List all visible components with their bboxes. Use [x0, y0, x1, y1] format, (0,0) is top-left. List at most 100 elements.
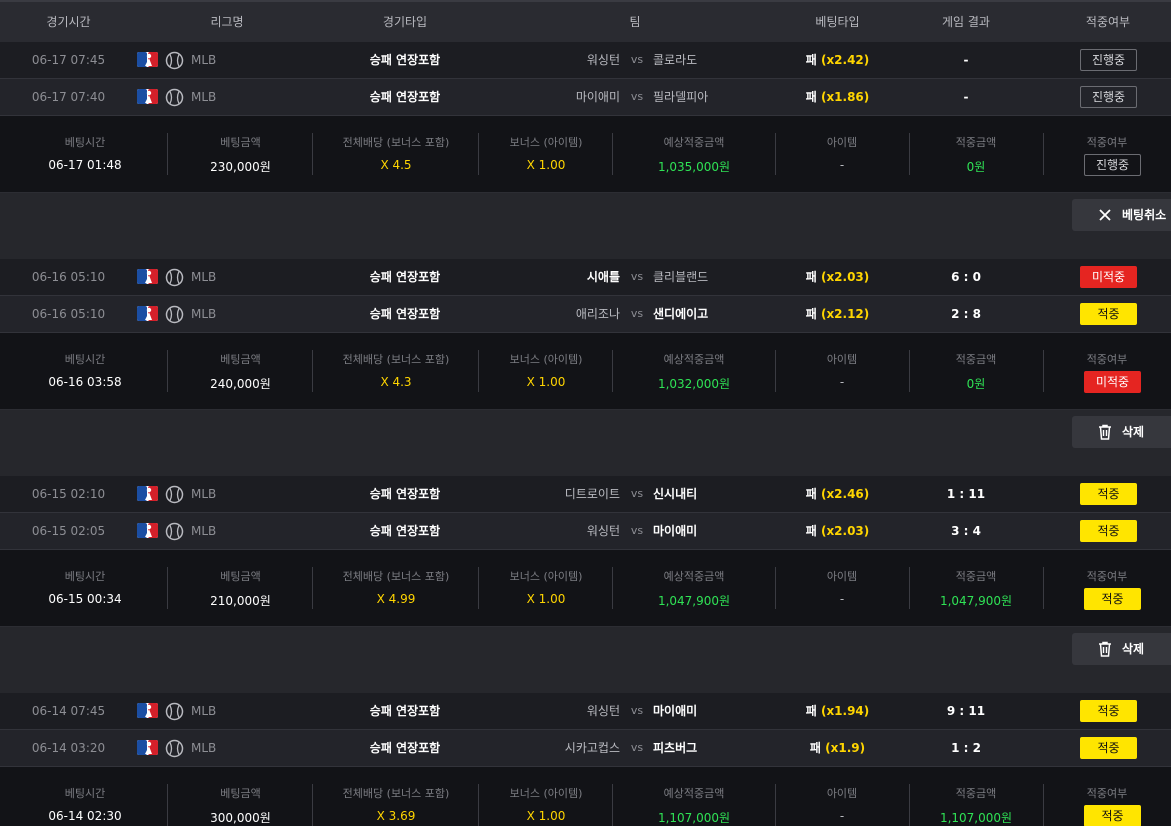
summary-label: 전체배당 (보너스 포함) [342, 136, 450, 149]
match-time: 06-16 05:10 [31, 307, 106, 321]
baseball-icon [165, 702, 184, 721]
home-team: 애리조나 [575, 307, 620, 321]
bet-odds: (x1.86) [820, 90, 870, 104]
match-row: 06-15 02:10 MLB 승패 연장포함 디트로이트 vs 신시내티 패 (x2.46… [0, 476, 1171, 513]
baseball-icon [165, 268, 184, 287]
summary-value: 1,047,900원 [939, 594, 1013, 608]
summary-label: 전체배당 (보너스 포함) [342, 787, 450, 800]
vs-label: vs [630, 704, 644, 717]
league-name: MLB [191, 704, 217, 718]
baseball-icon [165, 739, 184, 758]
summary-value: 1,035,000원 [657, 160, 731, 174]
summary-value: X 1.00 [526, 809, 566, 823]
header-team: 팀 [629, 15, 641, 29]
summary-total-odds: 전체배당 (보너스 포함) X 4.3 [313, 333, 479, 409]
home-team: 워싱턴 [586, 53, 620, 67]
summary-label: 전체배당 (보너스 포함) [342, 570, 450, 583]
hit-status-badge: 진행중 [1084, 154, 1141, 176]
summary-label: 적중여부 [1086, 570, 1128, 583]
summary-win-amount: 적중금액 0원 [909, 333, 1043, 409]
mlb-logo-icon [137, 703, 158, 718]
baseball-icon [165, 305, 184, 324]
delete-button[interactable]: 삭제 [1072, 633, 1171, 665]
summary-value: - [839, 809, 845, 823]
action-label: 삭제 [1122, 425, 1145, 439]
bet-pick: 패 [805, 487, 817, 501]
summary-label: 베팅금액 [220, 570, 261, 583]
league-name: MLB [191, 53, 217, 67]
bet-type: 패 (x2.12) [775, 296, 900, 332]
column-divider [1043, 350, 1044, 392]
summary-label: 보너스 (아이템) [509, 570, 583, 583]
summary-value: 1,047,900원 [657, 594, 731, 608]
column-divider [312, 133, 313, 175]
summary-value: 0원 [966, 377, 986, 391]
vs-label: vs [630, 53, 644, 66]
summary-label: 보너스 (아이템) [509, 787, 583, 800]
column-divider [612, 784, 613, 826]
summary-label: 예상적중금액 [663, 353, 725, 366]
vs-label: vs [630, 307, 644, 320]
summary-label: 베팅시간 [64, 787, 106, 800]
summary-value: 1,032,000원 [657, 377, 731, 391]
summary-label: 베팅금액 [220, 353, 261, 366]
summary-value: 1,107,000원 [939, 811, 1013, 825]
summary-bet-amount: 베팅금액 210,000원 [168, 550, 313, 626]
column-divider [478, 133, 479, 175]
summary-total-odds: 전체배당 (보너스 포함) X 3.69 [313, 767, 479, 826]
summary-label: 적중금액 [955, 353, 997, 366]
league-name: MLB [191, 270, 217, 284]
summary-label: 아이템 [826, 570, 858, 583]
summary-value: X 3.69 [376, 809, 416, 823]
action-label: 베팅취소 [1122, 208, 1167, 222]
summary-value: 06-15 00:34 [48, 592, 122, 606]
league-name: MLB [191, 90, 217, 104]
baseball-icon [165, 88, 184, 107]
column-divider [312, 567, 313, 609]
hit-status-badge: 진행중 [1080, 86, 1137, 108]
bet-type: 패 (x2.03) [775, 259, 900, 295]
game-result: - [963, 53, 969, 67]
cancel-bet-button[interactable]: 베팅취소 [1072, 199, 1171, 231]
summary-bonus: 보너스 (아이템) X 1.00 [479, 116, 613, 192]
summary-label: 아이템 [826, 787, 858, 800]
trash-icon [1096, 640, 1114, 658]
summary-value: X 1.00 [526, 592, 566, 606]
delete-button[interactable]: 삭제 [1072, 416, 1171, 448]
mlb-logo-icon [137, 269, 158, 284]
match-time: 06-16 05:10 [31, 270, 106, 284]
summary-label: 예상적중금액 [663, 136, 725, 149]
league-name: MLB [191, 524, 217, 538]
hit-status-badge: 적중 [1084, 588, 1141, 610]
column-divider [1043, 567, 1044, 609]
summary-value: X 4.99 [376, 592, 416, 606]
summary-value: 230,000원 [210, 160, 271, 174]
home-team: 마이애미 [575, 90, 620, 104]
bet-type: 패 (x1.86) [775, 79, 900, 115]
bet-pick: 패 [805, 524, 817, 538]
column-divider [909, 567, 910, 609]
column-divider [1043, 784, 1044, 826]
summary-label: 아이템 [826, 353, 858, 366]
hit-status-badge: 적중 [1080, 520, 1137, 542]
hit-status-badge: 미적중 [1080, 266, 1137, 288]
column-divider [775, 567, 776, 609]
action-bar: 삭제 [0, 410, 1171, 476]
summary-hit: 적중여부 미적중 [1043, 333, 1171, 409]
summary-item: 아이템 - [775, 116, 909, 192]
summary-bet-time: 베팅시간 06-14 02:30 [5, 767, 165, 826]
match-row: 06-16 05:10 MLB 승패 연장포함 시애틀 vs 클리블랜드 패 (x2.03)… [0, 259, 1171, 296]
summary-bonus: 보너스 (아이템) X 1.00 [479, 767, 613, 826]
summary-value: - [839, 158, 845, 172]
hit-status-badge: 적중 [1080, 737, 1137, 759]
vs-label: vs [630, 90, 644, 103]
bet-summary: 베팅시간 06-14 02:30 베팅금액 300,000원 전체배당 (보너스 포함)… [0, 767, 1171, 826]
bet-odds: (x1.9) [825, 741, 866, 755]
summary-expected: 예상적중금액 1,047,900원 [613, 550, 775, 626]
mlb-logo-icon [137, 52, 158, 67]
baseball-icon [165, 51, 184, 70]
summary-item: 아이템 - [775, 550, 909, 626]
summary-label: 보너스 (아이템) [509, 136, 583, 149]
bet-odds: (x1.94) [820, 704, 870, 718]
column-divider [909, 784, 910, 826]
